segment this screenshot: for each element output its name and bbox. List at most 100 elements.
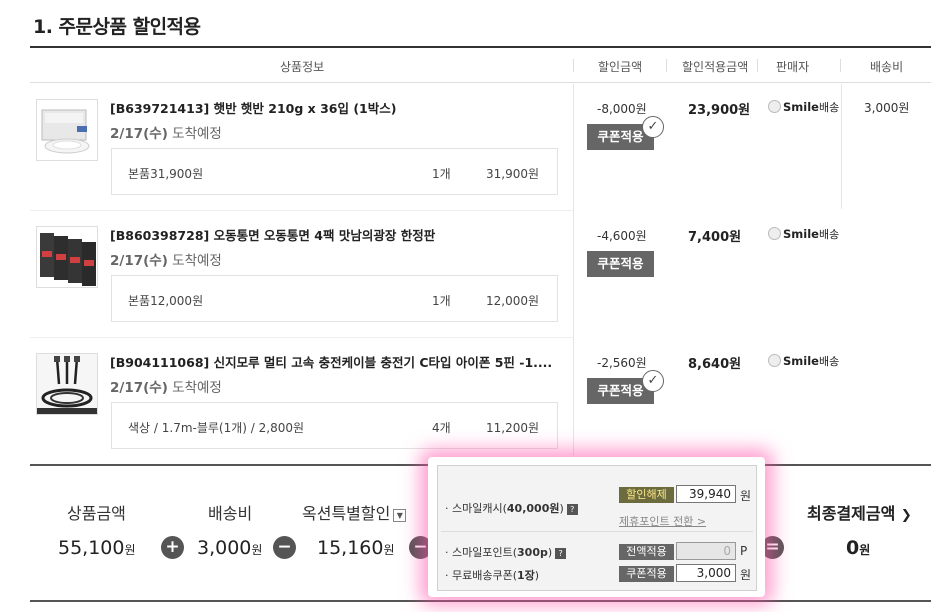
product-name[interactable]: [B904111068] 신지모루 멀티 고속 충전케이블 충전기 C타입 아이… xyxy=(110,352,562,371)
currency-unit: 원 xyxy=(859,543,871,557)
release-discount-button[interactable]: 할인해제 xyxy=(619,487,674,503)
product-total-label: 상품금액 xyxy=(67,504,126,523)
help-icon[interactable]: ? xyxy=(566,504,578,515)
free-ship-suffix: ) xyxy=(534,569,540,582)
smile-logo-icon xyxy=(768,354,781,367)
th-shipping: 배송비 xyxy=(870,60,904,74)
th-discount: 할인금액 xyxy=(598,60,643,74)
arrival-info: 2/17(수) 도착예정 xyxy=(110,249,222,269)
th-divider xyxy=(666,59,667,72)
product-thumbnail-noodle[interactable] xyxy=(36,226,98,288)
product-name[interactable]: [B639721413] 햇반 햇반 210g x 36입 (1박스) xyxy=(110,98,562,117)
checkmark-icon: ✓ xyxy=(642,370,664,392)
th-product-info: 상품정보 xyxy=(280,60,325,74)
currency-unit: 원 xyxy=(383,543,395,557)
free-shipping-coupon-button[interactable]: 쿠폰적용 xyxy=(619,566,674,582)
discount-amount: -4,600원 xyxy=(597,229,647,243)
smile-point-label: · 스마일포인트(300p)? xyxy=(445,544,567,560)
final-amount: 7,400원 xyxy=(688,230,742,245)
currency-unit: 원 xyxy=(124,543,136,557)
seller-suffix: 배송 xyxy=(818,101,840,114)
shipping-label: 배송비 xyxy=(208,504,253,523)
final-payment-text: 최종결제금액 xyxy=(807,504,896,523)
apply-all-points-button[interactable]: 전액적용 xyxy=(619,544,674,560)
product-total-amount: 55,100 xyxy=(58,537,125,559)
option-qty: 4개 xyxy=(432,421,451,435)
plus-icon: + xyxy=(161,536,184,559)
smile-cash-amount: 40,000원 xyxy=(506,502,560,515)
minus-icon: − xyxy=(273,536,296,559)
shipping-value: 3,000원 xyxy=(197,537,262,559)
product-thumbnail-rice[interactable] xyxy=(36,99,98,161)
final-payment-label[interactable]: 최종결제금액 ❯ xyxy=(807,500,912,524)
discount-amount: -8,000원 xyxy=(597,102,647,116)
section-title: 1. 주문상품 할인적용 xyxy=(33,16,201,38)
coupon-apply-button[interactable]: 쿠폰적용 xyxy=(587,251,654,277)
final-amount: 23,900원 xyxy=(688,103,751,118)
th-final: 할인적용금액 xyxy=(682,60,749,74)
final-payment-amount: 0 xyxy=(846,537,860,559)
product-row: [B860398728] 오동통면 오동통면 4팩 맛남의광장 한정판 2/17… xyxy=(30,211,931,338)
chevron-down-icon[interactable]: ❯ xyxy=(901,508,912,523)
th-divider xyxy=(573,59,574,72)
option-price: 11,200원 xyxy=(486,421,540,435)
th-seller: 판매자 xyxy=(776,60,810,74)
seller-smile-delivery: Smile배송 xyxy=(768,99,839,115)
seller-suffix: 배송 xyxy=(818,228,840,241)
seller-suffix: 배송 xyxy=(818,355,840,368)
table-header: 상품정보 할인금액 할인적용금액 판매자 배송비 xyxy=(30,48,931,83)
option-box: 색상 / 1.7m-블루(1개) / 2,800원 4개 11,200원 xyxy=(111,402,558,449)
arrival-info: 2/17(수) 도착예정 xyxy=(110,122,222,142)
smile-point-amount: 300p xyxy=(517,546,548,559)
seller-brand: Smile xyxy=(783,227,819,241)
option-text: 본품12,000원 xyxy=(128,294,204,308)
option-qty: 1개 xyxy=(432,167,451,181)
product-total-value: 55,100원 xyxy=(58,537,136,559)
option-box: 본품31,900원 1개 31,900원 xyxy=(111,148,558,195)
seller-brand: Smile xyxy=(783,100,819,114)
option-price: 31,900원 xyxy=(486,167,540,181)
seller-brand: Smile xyxy=(783,354,819,368)
help-icon[interactable]: ? xyxy=(555,548,567,559)
free-shipping-input[interactable] xyxy=(676,564,736,582)
product-row: [B639721413] 햇반 햇반 210g x 36입 (1박스) 2/17… xyxy=(30,84,931,211)
currency-unit: 원 xyxy=(251,543,263,557)
product-name[interactable]: [B860398728] 오동통면 오동통면 4팩 맛남의광장 한정판 xyxy=(110,225,562,244)
arrival-text: 도착예정 xyxy=(172,126,222,142)
arrival-date: 2/17(수) xyxy=(110,380,168,396)
auction-discount-value: 15,160원 xyxy=(317,537,395,559)
arrival-text: 도착예정 xyxy=(172,380,222,396)
free-shipping-label: · 무료배송쿠폰(1장) xyxy=(445,569,540,582)
auction-discount-amount: 15,160 xyxy=(317,537,384,559)
smile-point-input[interactable] xyxy=(676,542,736,560)
seller-smile-delivery: Smile배송 xyxy=(768,226,839,242)
won-unit: 원 xyxy=(740,489,752,503)
partner-point-link[interactable]: 제휴포인트 전환 > xyxy=(619,513,706,529)
final-payment-value: 0원 xyxy=(846,537,870,559)
free-ship-prefix: 무료배송쿠폰( xyxy=(452,569,518,582)
popup-divider xyxy=(441,531,753,532)
smile-logo-icon xyxy=(768,227,781,240)
auction-discount-text: 옥션특별할인 xyxy=(302,504,391,523)
option-box: 본품12,000원 1개 12,000원 xyxy=(111,275,558,322)
auction-discount-label[interactable]: 옥션특별할인 ▼ xyxy=(302,500,407,524)
summary-bottom-rule xyxy=(30,600,931,602)
option-qty: 1개 xyxy=(432,294,451,308)
smile-cash-label: · 스마일캐시(40,000원)? xyxy=(445,500,578,516)
option-text: 색상 / 1.7m-블루(1개) / 2,800원 xyxy=(128,421,305,435)
arrival-text: 도착예정 xyxy=(172,253,222,269)
point-unit: P xyxy=(740,544,748,558)
checkmark-icon: ✓ xyxy=(642,116,664,138)
option-price: 12,000원 xyxy=(486,294,540,308)
shipping-amount: 3,000 xyxy=(197,537,252,559)
product-row: [B904111068] 신지모루 멀티 고속 충전케이블 충전기 C타입 아이… xyxy=(30,338,931,465)
smile-cash-prefix: 스마일캐시( xyxy=(452,502,507,515)
smile-point-prefix: 스마일포인트( xyxy=(452,546,518,559)
product-thumbnail-cable[interactable] xyxy=(36,353,98,415)
smile-cash-input[interactable] xyxy=(676,485,736,503)
smile-point-suffix: ) xyxy=(547,546,553,559)
smile-cash-suffix: ) xyxy=(559,502,564,515)
arrival-date: 2/17(수) xyxy=(110,253,168,269)
chevron-down-icon[interactable]: ▼ xyxy=(393,509,407,522)
free-ship-count: 1장 xyxy=(517,569,535,582)
